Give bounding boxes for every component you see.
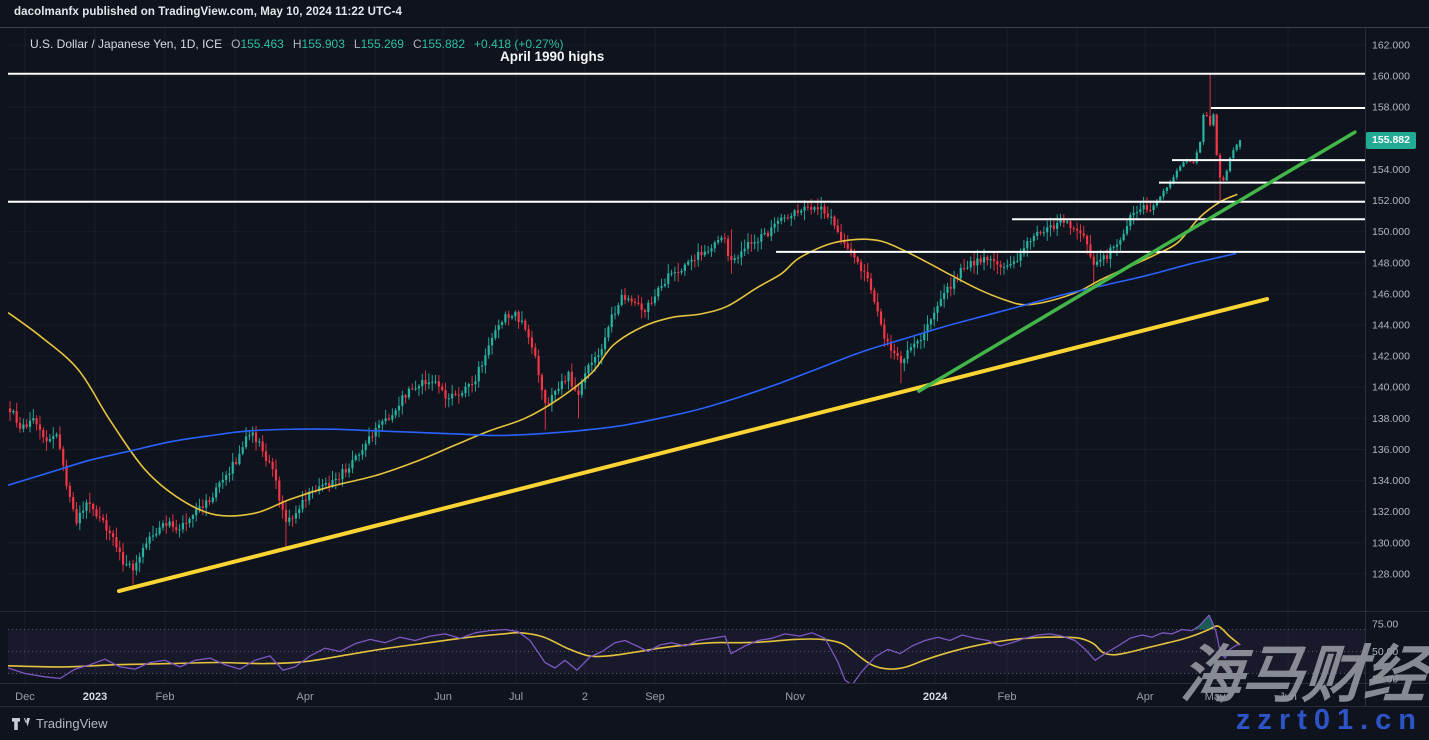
- price-tick-label: 138.000: [1372, 413, 1410, 425]
- ohlc-label: C: [413, 37, 422, 51]
- price-tick-label: 152.000: [1372, 195, 1410, 207]
- watermark-chinese: 海马财经: [1179, 645, 1427, 707]
- tradingview-brand-text[interactable]: TradingView: [36, 716, 108, 731]
- ohlc-value: 155.903: [302, 37, 345, 51]
- ohlc-label: L: [354, 37, 361, 51]
- gridlines: [8, 28, 1365, 683]
- time-tick-label: Nov: [785, 691, 805, 703]
- price-tick-label: 162.000: [1372, 40, 1410, 52]
- ohlc-value: 155.463: [240, 37, 283, 51]
- time-tick-label: 2: [582, 691, 588, 703]
- price-tick-label: 148.000: [1372, 257, 1410, 269]
- ohlc-value: 155.269: [361, 37, 404, 51]
- footer-bar: TradingView: [0, 706, 1429, 740]
- time-axis[interactable]: Dec2023FebAprJunJul2SepNov2024FebAprMayJ…: [15, 691, 1297, 703]
- symbol-header: U.S. Dollar / Japanese Yen, 1D, ICEO155.…: [30, 37, 563, 51]
- tradingview-logo-icon[interactable]: [12, 716, 30, 732]
- time-tick-label: Jul: [509, 691, 523, 703]
- oscillator-tick-label: 75.00: [1372, 619, 1398, 631]
- price-tick-label: 142.000: [1372, 351, 1410, 363]
- oscillator-pane[interactable]: [8, 615, 1365, 685]
- horizontal-levels[interactable]: [8, 74, 1365, 252]
- price-axis[interactable]: 162.000160.000158.000156.000154.000152.0…: [1372, 40, 1410, 581]
- time-tick-label: Sep: [645, 691, 665, 703]
- time-tick-label: Dec: [15, 691, 35, 703]
- time-tick-label: 2024: [923, 691, 948, 703]
- ohlc-value: 155.882: [422, 37, 465, 51]
- last-price-badge: 155.882: [1366, 132, 1416, 149]
- candlestick-series[interactable]: [9, 73, 1241, 585]
- ohlc-label: H: [293, 37, 302, 51]
- price-tick-label: 158.000: [1372, 102, 1410, 114]
- price-tick-label: 134.000: [1372, 475, 1410, 487]
- slow-ma-blue: [8, 254, 1236, 486]
- price-tick-label: 132.000: [1372, 506, 1410, 518]
- price-tick-label: 136.000: [1372, 444, 1410, 456]
- price-tick-label: 130.000: [1372, 537, 1410, 549]
- price-tick-label: 160.000: [1372, 71, 1410, 83]
- symbol-title[interactable]: U.S. Dollar / Japanese Yen, 1D, ICE: [30, 37, 222, 51]
- chart-canvas[interactable]: 162.000160.000158.000156.000154.000152.0…: [0, 0, 1429, 739]
- attribution-text: dacolmanfx published on TradingView.com,…: [14, 6, 402, 18]
- attribution-bar: dacolmanfx published on TradingView.com,…: [14, 6, 402, 18]
- watermark-url: zzrt01.cn: [1236, 704, 1423, 737]
- long-yellow-trendline[interactable]: [119, 299, 1267, 591]
- price-tick-label: 140.000: [1372, 382, 1410, 394]
- annotation-april-1990-highs: April 1990 highs: [500, 49, 604, 64]
- time-tick-label: Feb: [998, 691, 1017, 703]
- time-tick-label: Apr: [1136, 691, 1153, 703]
- time-tick-label: Feb: [156, 691, 175, 703]
- price-tick-label: 150.000: [1372, 226, 1410, 238]
- ohlc-values: O155.463H155.903L155.269C155.882: [222, 37, 465, 51]
- price-tick-label: 154.000: [1372, 164, 1410, 176]
- price-tick-label: 144.000: [1372, 320, 1410, 332]
- time-tick-label: Jun: [434, 691, 452, 703]
- price-tick-label: 146.000: [1372, 288, 1410, 300]
- price-tick-label: 128.000: [1372, 568, 1410, 580]
- time-tick-label: 2023: [83, 691, 107, 703]
- time-tick-label: Apr: [296, 691, 313, 703]
